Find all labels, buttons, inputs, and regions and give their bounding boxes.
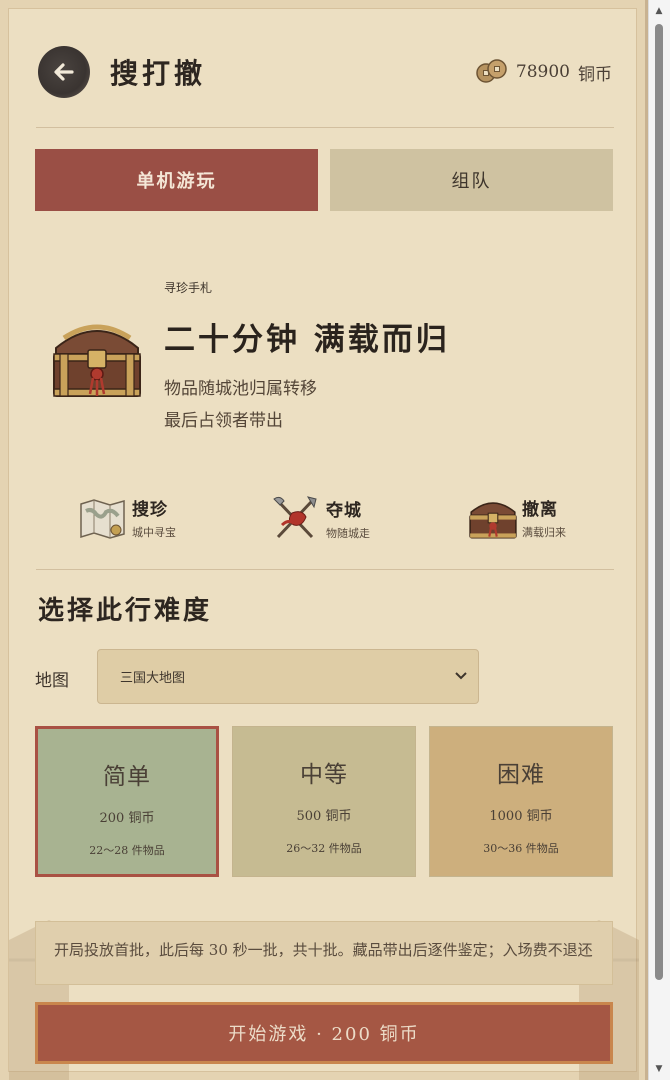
coin-amount: 78900: [515, 62, 570, 82]
scrollbar[interactable]: ▲ ▼: [648, 0, 670, 1080]
treasure-chest-icon: [53, 324, 141, 397]
back-button[interactable]: [38, 46, 90, 98]
treasure-map-icon: [80, 498, 125, 539]
map-select[interactable]: 三国大地图: [97, 649, 479, 704]
scrollbar-thumb[interactable]: [655, 24, 663, 980]
feature-search-desc: 城中寻宝: [132, 526, 176, 539]
coin-balance: 78900 铜币: [474, 58, 612, 86]
feature-search-name: 搜珍: [132, 500, 168, 520]
header-divider: [36, 127, 614, 128]
hero-title: 二十分钟 满载而归: [164, 322, 450, 358]
map-select-value: 三国大地图: [120, 671, 186, 686]
difficulty-cost: 1000 铜币: [489, 809, 553, 824]
difficulty-cost: 500 铜币: [296, 809, 352, 824]
difficulty-option-easy[interactable]: 简单 200 铜币 22～28 件物品: [35, 726, 219, 877]
feature-capture-desc: 物随城走: [326, 526, 370, 540]
section-divider: [36, 569, 614, 570]
treasure-chest-icon: [469, 501, 517, 538]
scroll-down-icon[interactable]: ▼: [654, 1064, 664, 1074]
difficulty-items: 26～32 件物品: [286, 842, 362, 855]
difficulty-name: 困难: [497, 762, 545, 788]
chevron-down-icon: [455, 672, 467, 680]
start-game-button[interactable]: 开始游戏 · 200 铜币: [35, 1002, 613, 1064]
feature-search: 搜珍 城中寻宝: [78, 495, 176, 540]
feature-capture-name: 夺城: [326, 500, 362, 521]
hero-line-2: 最后占领者带出: [164, 411, 283, 431]
difficulty-section-title: 选择此行难度: [38, 596, 213, 626]
copper-coins-icon: [476, 59, 507, 83]
difficulty-option-medium[interactable]: 中等 500 铜币 26～32 件物品: [232, 726, 416, 877]
tab-team[interactable]: 组队: [330, 149, 613, 211]
crossed-weapons-icon: [273, 496, 317, 539]
difficulty-items: 22～28 件物品: [89, 844, 165, 857]
map-label: 地图: [35, 671, 69, 691]
scroll-up-icon[interactable]: ▲: [654, 6, 664, 16]
hero-subtitle: 寻珍手札: [164, 281, 213, 295]
coin-unit: 铜币: [578, 64, 612, 85]
tab-solo[interactable]: 单机游玩: [35, 149, 318, 211]
arrow-left-icon: [54, 63, 74, 81]
difficulty-cost: 200 铜币: [99, 811, 155, 826]
feature-extract-desc: 满载归来: [522, 526, 566, 539]
difficulty-items: 30～36 件物品: [483, 842, 559, 855]
difficulty-name: 中等: [300, 762, 348, 788]
feature-extract-name: 撤离: [522, 500, 558, 520]
difficulty-option-hard[interactable]: 困难 1000 铜币 30～36 件物品: [429, 726, 613, 877]
hero-line-1: 物品随城池归属转移: [164, 379, 317, 399]
feature-extract: 撤离 满载归来: [468, 495, 566, 540]
difficulty-name: 简单: [103, 764, 151, 790]
rules-note: 开局投放首批，此后每 30 秒一批，共十批。藏品带出后逐件鉴定；入场费不退还: [35, 921, 613, 985]
feature-capture: 夺城 物随城走: [272, 495, 370, 541]
page-title: 搜打撤: [110, 57, 207, 90]
